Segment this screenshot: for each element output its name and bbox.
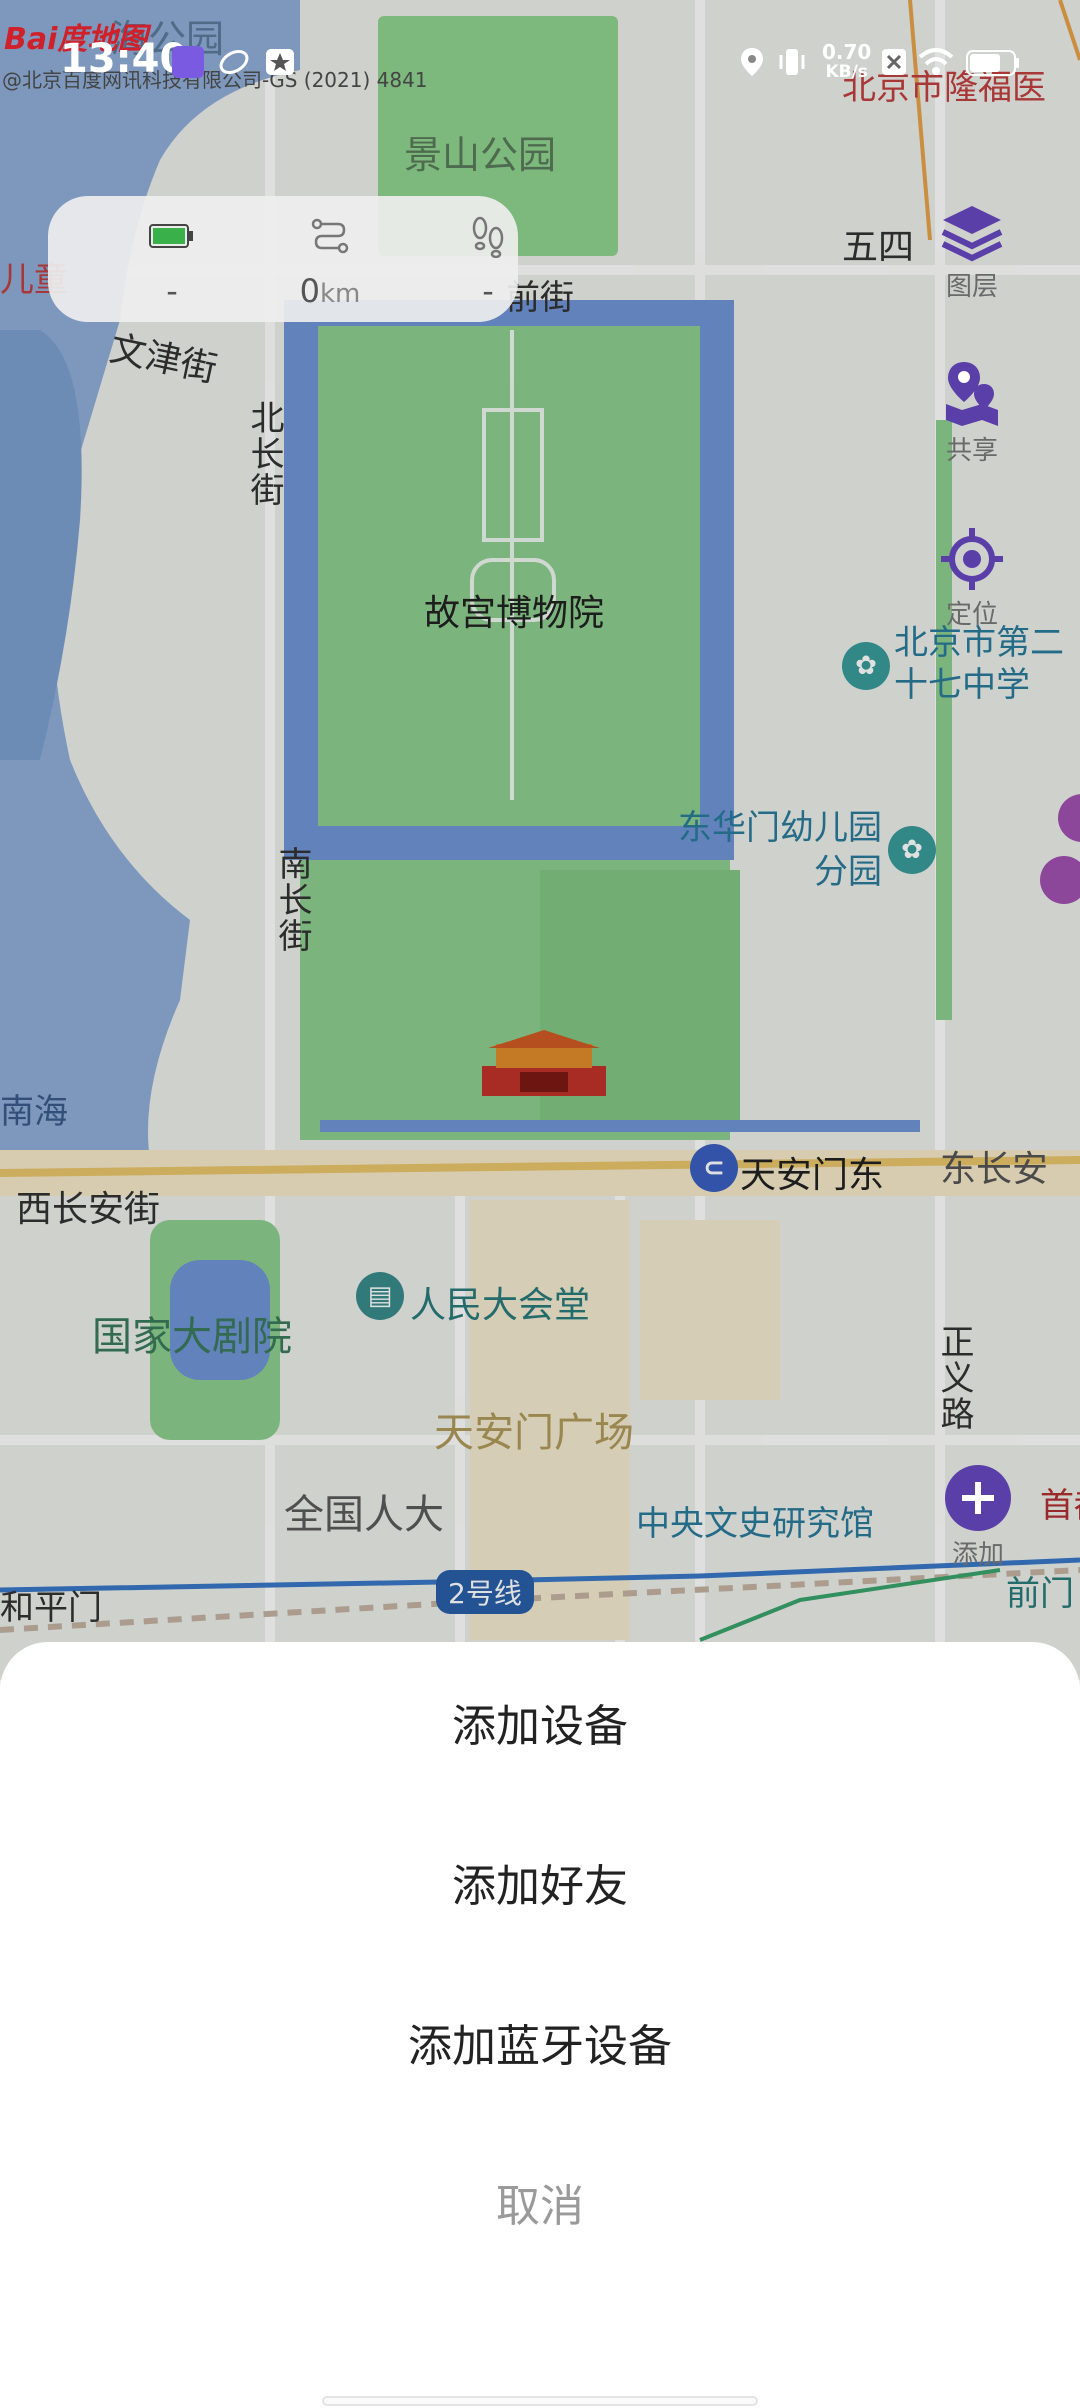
map-label-shoudu: 首都: [1040, 1486, 1080, 1526]
add-friend-option[interactable]: 添加好友: [0, 1802, 1080, 1962]
network-speed-unit: KB/s: [825, 62, 868, 82]
map-label-wenshi: 中央文史研究馆: [636, 1504, 874, 1544]
distance-value: 0: [299, 272, 320, 310]
layers-label: 图层: [945, 272, 998, 302]
steps-value: -: [482, 272, 494, 310]
map-label-kindergarten: 东华门幼儿园分园: [678, 808, 882, 892]
map-label-gugong: 故宫博物院: [424, 593, 605, 634]
share-label: 共享: [945, 436, 998, 466]
battery-status-icon: [966, 50, 1019, 76]
battery-stat: -: [112, 214, 232, 310]
add-bluetooth-device-option[interactable]: 添加蓝牙设备: [0, 1962, 1080, 2122]
route-icon: [311, 218, 349, 254]
map-label-beichang: 北长街: [244, 400, 284, 508]
add-button[interactable]: 添加: [923, 1464, 1033, 1571]
map-label-nanhai: 南海: [0, 1092, 68, 1132]
status-time: 13:40: [60, 36, 188, 82]
location-status-icon: [741, 48, 763, 76]
subway-line-badge: 2号线: [436, 1570, 534, 1614]
map-label-renmin: 人民大会堂: [410, 1285, 591, 1326]
locate-button[interactable]: 定位: [917, 526, 1027, 631]
map-label-nanchang: 南长街: [272, 846, 312, 954]
distance-unit: km: [319, 279, 361, 309]
share-button[interactable]: 共享: [917, 358, 1027, 467]
school-poi-icon[interactable]: ✿: [842, 642, 890, 690]
crosshair-icon: [941, 528, 1003, 590]
tracking-stats-card: - 0km -: [48, 196, 518, 322]
map-label-zhengyi: 正义路: [934, 1324, 974, 1432]
map-label-square: 天安门广场: [434, 1410, 634, 1456]
wifi-status-icon: [918, 48, 954, 75]
add-action-sheet: 添加设备 添加好友 添加蓝牙设备 取消: [0, 1642, 1080, 2408]
map-label-wusi: 五四: [842, 227, 915, 268]
network-speed: 0.70 KB/s: [822, 42, 871, 82]
home-indicator[interactable]: [322, 2396, 758, 2406]
bag-poi-icon[interactable]: [1040, 856, 1080, 904]
kindergarten-poi-icon[interactable]: ✿: [888, 826, 936, 874]
footprints-icon: [472, 216, 504, 258]
subway-station-icon[interactable]: ⊂: [690, 1144, 738, 1192]
map-label-qianmen: 前门: [1006, 1574, 1074, 1614]
battery-value: -: [166, 272, 178, 310]
map-label-theatre: 国家大剧院: [92, 1314, 292, 1360]
network-speed-value: 0.70: [822, 40, 872, 64]
locate-label: 定位: [945, 600, 998, 630]
map-label-jingshan: 景山公园: [404, 133, 557, 177]
plus-circle-icon: [945, 1465, 1011, 1531]
map-label-npc: 全国人大: [284, 1492, 444, 1538]
app-notification-icon: [172, 46, 204, 78]
map-label-school: 北京市第二十七中学: [894, 623, 1064, 705]
distance-stat: 0km: [270, 214, 390, 310]
building-poi-icon[interactable]: ▤: [356, 1272, 404, 1320]
add-device-option[interactable]: 添加设备: [0, 1642, 1080, 1802]
map-share-icon: [946, 362, 998, 426]
star-notification-icon: [266, 49, 294, 75]
no-sim-status-icon: [882, 49, 906, 75]
cancel-button[interactable]: 取消: [0, 2122, 1080, 2282]
map-label-tiananmen-east: 天安门东: [740, 1155, 885, 1196]
layers-icon: [941, 206, 1003, 262]
leaf-notification-icon: [219, 50, 249, 74]
map-label-hepingmen: 和平门: [0, 1588, 102, 1628]
add-label: 添加: [951, 1540, 1004, 1570]
status-bar: 13:40 0.70 KB/s: [0, 0, 1080, 130]
map-label-dongchang: 东长安: [940, 1149, 1049, 1190]
layers-button[interactable]: 图层: [917, 202, 1027, 303]
steps-stat: -: [428, 214, 548, 310]
vibrate-status-icon: [779, 49, 805, 75]
map-label-xichang: 西长安街: [16, 1189, 161, 1230]
battery-icon: [149, 224, 193, 248]
